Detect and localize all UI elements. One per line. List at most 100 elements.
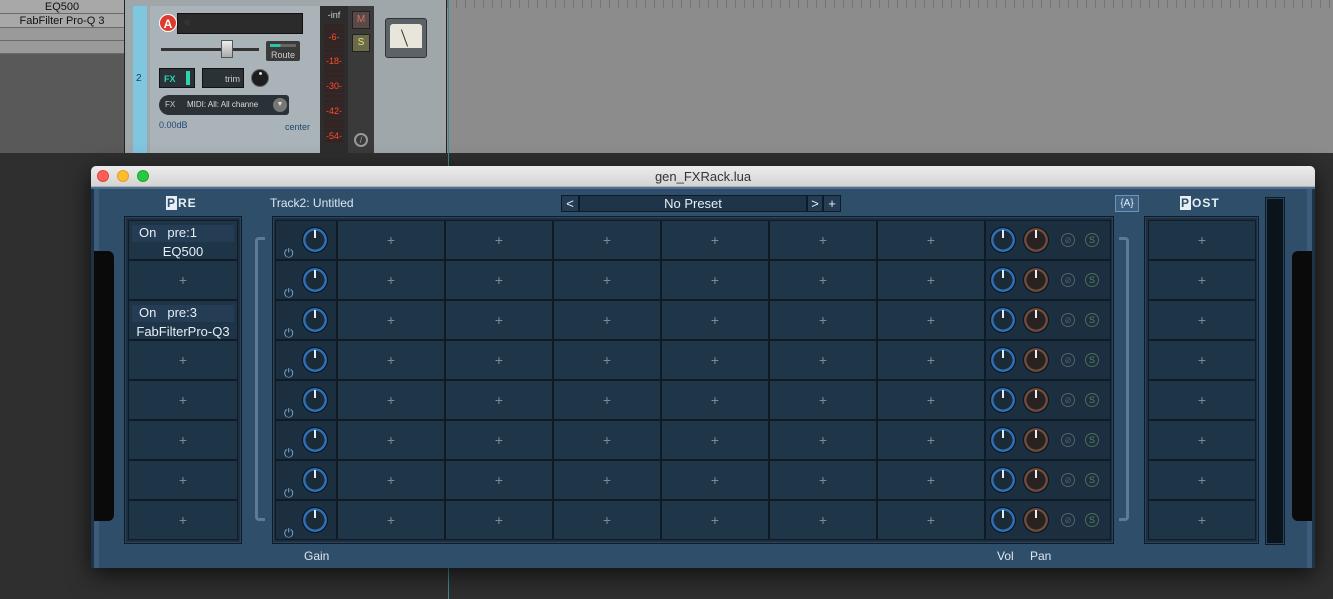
fx-grid-slot[interactable]: + [661,340,769,380]
fx-grid-slot[interactable]: + [769,460,877,500]
midi-input-selector[interactable]: MIDI: All: All channe [159,95,289,115]
pre-empty-slot[interactable]: + [128,340,238,380]
fx-grid-slot[interactable]: + [337,380,445,420]
fx-grid-slot[interactable]: + [661,420,769,460]
fx-grid-slot[interactable]: + [553,340,661,380]
fx-grid-slot[interactable]: + [445,260,553,300]
vu-meter-icon[interactable] [385,18,427,58]
pre-empty-slot[interactable]: + [128,260,238,300]
pan-knob[interactable] [1023,467,1049,493]
fx-grid-slot[interactable]: + [337,500,445,540]
fx-grid-slot[interactable]: + [553,420,661,460]
fx-grid-slot[interactable]: + [877,220,985,260]
solo-icon[interactable]: S [1085,313,1099,327]
gain-knob[interactable] [302,347,328,373]
post-empty-slot[interactable]: + [1148,420,1256,460]
pan-knob[interactable] [1023,227,1049,253]
solo-icon[interactable]: S [1085,433,1099,447]
pre-fx-slot[interactable]: On pre:3 FabFilterPro-Q3 [128,300,238,340]
pan-knob[interactable] [1023,507,1049,533]
fx-grid-slot[interactable]: + [661,220,769,260]
post-empty-slot[interactable]: + [1148,500,1256,540]
fx-grid-slot[interactable]: + [553,460,661,500]
vol-knob[interactable] [990,387,1016,413]
mute-icon[interactable]: ⊘ [1061,393,1075,407]
mute-icon[interactable]: ⊘ [1061,233,1075,247]
fx-grid-slot[interactable]: + [445,220,553,260]
solo-icon[interactable]: S [1085,273,1099,287]
fx-list-item[interactable]: FabFilter Pro-Q 3 [0,14,124,28]
fx-grid-slot[interactable]: + [337,340,445,380]
mute-icon[interactable]: ⊘ [1061,313,1075,327]
fx-grid-slot[interactable]: + [877,460,985,500]
preset-name-field[interactable]: No Preset [579,195,807,212]
gain-knob[interactable] [302,227,328,253]
gain-knob[interactable] [302,387,328,413]
vol-knob[interactable] [990,347,1016,373]
pre-empty-slot[interactable]: + [128,420,238,460]
post-empty-slot[interactable]: + [1148,380,1256,420]
fx-grid-slot[interactable]: + [337,220,445,260]
vol-knob[interactable] [990,507,1016,533]
post-empty-slot[interactable]: + [1148,340,1256,380]
preset-add-button[interactable]: + [823,195,841,212]
mute-icon[interactable]: ⊘ [1061,433,1075,447]
gain-knob[interactable] [302,507,328,533]
mute-icon[interactable]: ⊘ [1061,273,1075,287]
vol-knob[interactable] [990,227,1016,253]
fx-grid-slot[interactable]: + [769,260,877,300]
gain-knob[interactable] [302,307,328,333]
arrange-view[interactable] [447,0,1333,153]
pan-knob[interactable] [1023,267,1049,293]
mute-icon[interactable]: ⊘ [1061,353,1075,367]
pre-empty-slot[interactable]: + [128,460,238,500]
fx-grid-slot[interactable]: + [553,500,661,540]
fx-grid-slot[interactable]: + [769,220,877,260]
solo-icon[interactable]: S [1085,393,1099,407]
fx-grid-slot[interactable]: + [877,340,985,380]
solo-icon[interactable]: S [1085,513,1099,527]
vol-knob[interactable] [990,267,1016,293]
solo-icon[interactable]: S [1085,353,1099,367]
gain-knob[interactable] [302,427,328,453]
fx-grid-slot[interactable]: + [445,420,553,460]
vol-knob[interactable] [990,467,1016,493]
fx-grid-slot[interactable]: + [445,380,553,420]
fx-button[interactable]: FX [159,68,195,88]
preset-next-button[interactable]: > [807,195,823,212]
mute-icon[interactable]: ⊘ [1061,513,1075,527]
fx-grid-slot[interactable]: + [337,460,445,500]
pan-knob[interactable] [251,69,269,87]
fx-grid-slot[interactable]: + [661,460,769,500]
fx-grid-slot[interactable]: + [553,300,661,340]
fx-grid-slot[interactable]: + [445,500,553,540]
automation-trim-button[interactable]: trim [202,68,244,88]
window-titlebar[interactable]: gen_FXRack.lua [91,166,1315,187]
fx-grid-slot[interactable]: + [337,260,445,300]
fx-list-item[interactable]: EQ500 [0,0,124,14]
pan-knob[interactable] [1023,387,1049,413]
slot-state[interactable]: On [139,305,156,320]
gain-knob[interactable] [302,467,328,493]
pan-knob[interactable] [1023,427,1049,453]
fx-grid-slot[interactable]: + [661,500,769,540]
fx-grid-slot[interactable]: + [769,380,877,420]
a-toggle-button[interactable]: {A} [1115,195,1139,212]
fx-grid-slot[interactable]: + [877,420,985,460]
post-empty-slot[interactable]: + [1148,220,1256,260]
fx-grid-slot[interactable]: + [769,340,877,380]
fx-grid-slot[interactable]: + [769,420,877,460]
mute-icon[interactable]: ⊘ [1061,473,1075,487]
record-arm-button[interactable]: A [159,14,177,32]
speaker-icon[interactable]: ◀ [182,17,192,28]
fx-grid-slot[interactable]: + [769,300,877,340]
pan-knob[interactable] [1023,347,1049,373]
fx-grid-slot[interactable]: + [445,460,553,500]
vol-knob[interactable] [990,427,1016,453]
pre-fx-slot[interactable]: On pre:1 EQ500 [128,220,238,260]
fx-grid-slot[interactable]: + [877,380,985,420]
solo-icon[interactable]: S [1085,473,1099,487]
solo-button[interactable]: S [352,34,370,52]
fx-grid-slot[interactable]: + [661,300,769,340]
preset-prev-button[interactable]: < [561,195,579,212]
